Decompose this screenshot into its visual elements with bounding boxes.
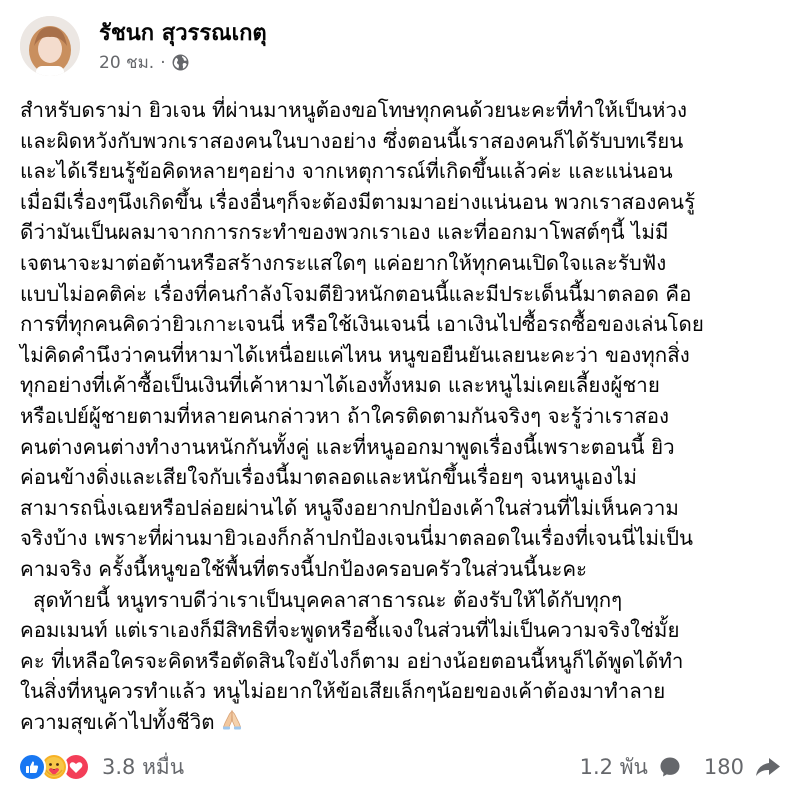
post-meta: รัชนก สุวรรณเกตุ 20 ชม. · [99, 20, 267, 73]
post-text-line: สำหรับดราม่า ยิวเจน ที่ผ่านมาหนูต้องขอโท… [20, 98, 687, 122]
post-text-last-line: ความสุขเค้าไปทั้งชีวิต [20, 707, 792, 738]
post-text-line: เจตนาจะมาต่อต้านหรือสร้างกระแสใดๆ แค่อยา… [20, 250, 667, 275]
post-timestamp[interactable]: 20 ชม. [99, 53, 154, 73]
globe-icon[interactable] [172, 54, 189, 71]
post-text-line: ความสุขเค้าไปทั้งชีวิต [20, 709, 215, 734]
like-icon[interactable] [18, 753, 46, 781]
post-text-line: การที่ทุกคนคิดว่ายิวเกาะเจนนี่ หรือใช้เง… [20, 312, 704, 337]
post-text-line: และผิดหวังกับพวกเราสองคนในบางอย่าง ซึ่งต… [20, 128, 684, 153]
avatar-image [20, 16, 80, 76]
separator-dot: · [160, 52, 166, 73]
post-text-line: คนต่างคนต่างทำงานหนักกันทั้งคู่ และที่หน… [20, 434, 675, 459]
post-text-line: ในสิ่งที่หนูควรทำแล้ว หนูไม่อยากให้ข้อเส… [20, 679, 666, 704]
reaction-count[interactable]: 3.8 หมื่น [102, 751, 184, 784]
post-text-line: ดีว่ามันเป็นผลมาจากการกระทำของพวกเราเอง … [20, 220, 669, 245]
reaction-summary[interactable]: 3.8 หมื่น [18, 751, 184, 784]
post-footer: 3.8 หมื่น 1.2 พัน 180 [18, 750, 782, 784]
share-count[interactable]: 180 [704, 755, 744, 779]
post-header: รัชนก สุวรรณเกตุ 20 ชม. · [20, 14, 267, 78]
folded-hands-icon [221, 708, 243, 739]
comment-stat[interactable]: 1.2 พัน [580, 751, 682, 784]
engagement-stats: 1.2 พัน 180 [580, 751, 782, 784]
share-stat[interactable]: 180 [704, 755, 782, 779]
post-text-line: เมื่อมีเรื่องๆนึงเกิดขึ้น เรื่องอื่นๆก็จ… [20, 189, 696, 214]
post-text-line: คามจริง ครั้งนี้หนูขอใช้พื้นที่ตรงนี้ปกป… [20, 556, 588, 581]
post-text-line: คะ ที่เหลือใครจะคิดหรือตัดสินใจยังไงก็ตา… [20, 648, 684, 673]
post-text-line: หรือเปย์ผู้ชายตามที่หลายคนกล่าวหา ถ้าใคร… [20, 403, 670, 428]
post-text-line: คอมเมนท์ แต่เราเองก็มีสิทธิที่จะพูดหรือช… [20, 618, 680, 643]
post-body: สำหรับดราม่า ยิวเจน ที่ผ่านมาหนูต้องขอโท… [20, 95, 792, 737]
author-name[interactable]: รัชนก สุวรรณเกตุ [99, 20, 267, 48]
post-text-line: จริงบ้าง เพราะที่ผ่านมายิวเองก็กล้าปกป้อ… [20, 526, 694, 551]
comment-count[interactable]: 1.2 พัน [580, 751, 648, 784]
post-text-line: สามารถนิ่งเฉยหรือปล่อยผ่านได้ หนูจึงอยาก… [20, 495, 679, 520]
post-text-line: แบบไม่อคติค่ะ เรื่องที่คนกำลังโจมตียิวหน… [20, 281, 692, 306]
post-text-line: ไม่คิดคำนึงว่าคนที่หามาได้เหนื่อยแค่ไหน … [20, 342, 690, 367]
post-text-line: ทุกอย่างที่เค้าซื้อเป็นเงินที่เค้าหามาได… [20, 373, 660, 398]
share-icon[interactable] [754, 755, 782, 779]
post-text-line: สุดท้ายนี้ หนูทราบดีว่าเราเป็นบุคคลาสาธา… [20, 587, 623, 612]
author-avatar[interactable] [20, 16, 80, 76]
comment-icon[interactable] [658, 755, 682, 779]
post-subline: 20 ชม. · [99, 53, 267, 73]
post-text-line: และได้เรียนรู้ข้อคิดหลายๆอย่าง จากเหตุกา… [20, 159, 673, 184]
facebook-post: รัชนก สุวรรณเกตุ 20 ชม. · สำหรับดราม่า ย… [0, 0, 800, 803]
post-text-line: ค่อนข้างดิ่งและเสียใจกับเรื่องนี้มาตลอดแ… [20, 465, 637, 490]
